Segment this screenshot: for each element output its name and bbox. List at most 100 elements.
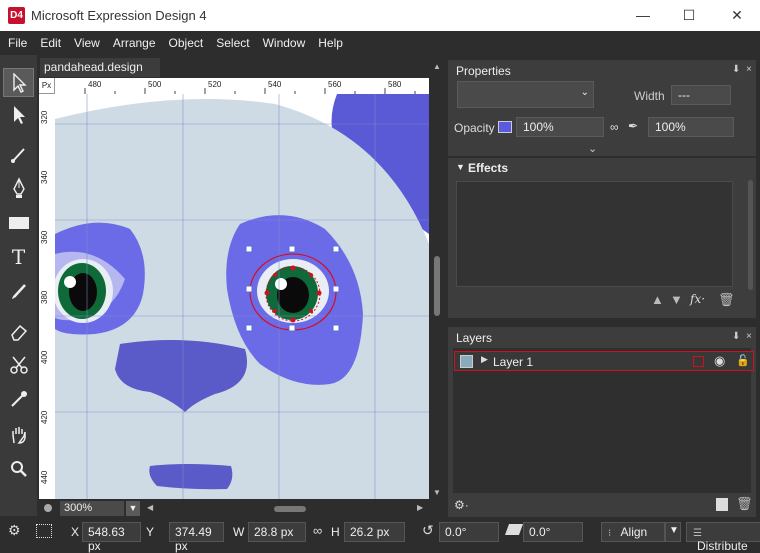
w-label: W [233,525,245,539]
h-field[interactable]: 26.2 px [344,522,405,542]
document-tab[interactable]: pandahead.design × [40,58,160,88]
vertical-scrollbar[interactable]: ▲ ▼ [430,60,444,500]
close-button[interactable]: ✕ [714,0,760,31]
eraser-tool-icon[interactable] [3,317,34,346]
opacity-field[interactable]: 100% [516,117,604,137]
brush-tool-icon[interactable] [3,139,34,168]
menu-view[interactable]: View [66,31,105,55]
ruler-tick: 380 [40,290,49,304]
ruler-tick: 360 [40,230,49,244]
w-field[interactable]: 28.8 px [248,522,306,542]
menu-bar: File Edit View Arrange Object Select Window Hel… [0,31,760,55]
document-tab-label: pandahead.design [44,60,143,74]
scroll-up-icon[interactable]: ▲ [433,62,441,71]
opacity-label: Opacity [454,121,495,135]
width-label: Width [634,89,665,103]
link-dimensions-icon[interactable]: ∞ [313,523,322,538]
reference-point-icon[interactable] [36,524,52,538]
menu-window[interactable]: Window [255,31,311,55]
effects-scrollbar[interactable] [748,180,753,290]
ruler-tick: 420 [40,410,49,424]
trash-icon[interactable]: 🗑 [736,496,753,512]
hand-tool-icon[interactable] [3,420,34,449]
zoom-tool-icon[interactable] [3,454,34,483]
direct-selection-tool-icon[interactable] [3,100,34,129]
menu-select[interactable]: Select [208,31,254,55]
eye-icon[interactable]: ◉ [714,353,725,369]
skew-field[interactable]: 0.0° [523,522,583,542]
menu-help[interactable]: Help [310,31,348,55]
fx-icon[interactable]: fx· [690,292,705,306]
ruler-unit: Px [39,78,55,94]
layers-title: Layers [456,331,493,345]
close-panel-icon[interactable]: × [746,331,752,342]
design-canvas[interactable] [55,94,429,499]
distribute-button[interactable]: ☰ Distribute [686,522,760,553]
vertical-ruler: 320 340 360 380 400 420 440 [39,94,55,499]
layer-row[interactable]: ▶ Layer 1 ◉ 🔓 [454,351,754,371]
effects-title: Effects [468,161,509,175]
ruler-tick: 400 [40,350,49,364]
text-tool-icon[interactable]: T [3,242,34,271]
pin-icon[interactable]: ⬇ [732,64,740,75]
align-button[interactable]: ⁝ Align [601,522,665,542]
y-field[interactable]: 374.49 px [169,522,224,553]
x-label: X [71,525,80,539]
move-up-icon[interactable]: ▲ [651,292,664,307]
properties-title: Properties [456,64,511,78]
scroll-right-icon[interactable]: ▶ [417,503,423,512]
minimize-button[interactable]: — [620,0,666,31]
y-label: Y [146,525,155,539]
pin-icon[interactable]: ⬇ [732,331,740,342]
collapse-effects-icon[interactable]: ▼ [456,162,465,172]
menu-edit[interactable]: Edit [32,31,66,55]
layers-panel: Layers ⬇ × ▶ Layer 1 ◉ 🔓 ⚙· 🗑 [448,327,756,517]
chevron-down-icon: ⌄ [580,87,589,98]
menu-arrange[interactable]: Arrange [105,31,161,55]
distribute-label: Distribute [697,539,748,553]
stroke-opacity-icon: ✒ [628,119,639,133]
scroll-left-icon[interactable]: ◀ [147,503,153,512]
scissors-icon[interactable] [3,350,34,379]
title-bar: D4 Microsoft Expression Design 4 — ☐ ✕ [0,0,760,31]
zoom-dropdown-button[interactable]: ▼ [126,501,140,516]
panda-mouth [149,464,233,490]
close-panel-icon[interactable]: × [746,64,752,75]
menu-object[interactable]: Object [161,31,209,55]
eyedropper-icon[interactable] [3,384,34,413]
align-dropdown-button[interactable]: ▼ [665,522,681,542]
stroke-opacity-field[interactable]: 100% [648,117,734,137]
panda-artwork [55,94,429,499]
unlock-icon[interactable]: 🔓 [736,354,750,367]
paintbrush-tool-icon[interactable] [3,276,34,305]
effects-list[interactable] [456,181,733,287]
style-dropdown[interactable]: ⌄ [457,81,594,108]
zoom-field[interactable]: 300% [60,501,124,516]
opacity-icon [498,121,512,133]
vertical-scroll-thumb[interactable] [434,256,440,316]
scroll-down-icon[interactable]: ▼ [433,488,441,497]
maximize-button[interactable]: ☐ [666,0,712,31]
layer-options-icon[interactable]: ⚙· [454,498,469,512]
x-field[interactable]: 548.63 px [82,522,141,553]
trash-icon[interactable]: 🗑 [718,292,735,308]
new-layer-icon[interactable] [716,498,728,511]
rectangle-tool-icon[interactable] [3,208,34,237]
link-icon[interactable]: ∞ [610,120,619,134]
width-field[interactable]: --- [671,85,731,105]
skew-icon [504,524,524,535]
horizontal-scroll-thumb[interactable] [274,506,306,512]
settings-gear-icon[interactable]: ⚙ [8,522,21,539]
menu-file[interactable]: File [0,31,32,55]
status-bar: ⚙ X 548.63 px Y 374.49 px W 28.8 px ∞ H … [0,517,760,553]
zoom-indicator-icon [44,504,52,512]
expand-layer-icon[interactable]: ▶ [481,354,488,365]
layer-color-swatch[interactable] [693,356,704,367]
expand-properties-icon[interactable]: ⌄ [588,142,597,155]
rotate-field[interactable]: 0.0° [439,522,499,542]
move-down-icon[interactable]: ▼ [670,292,683,307]
selection-tool-icon[interactable] [3,68,34,97]
app-icon: D4 [8,7,25,24]
layer-thumbnail-icon [460,355,473,368]
pen-tool-icon[interactable] [3,173,34,202]
